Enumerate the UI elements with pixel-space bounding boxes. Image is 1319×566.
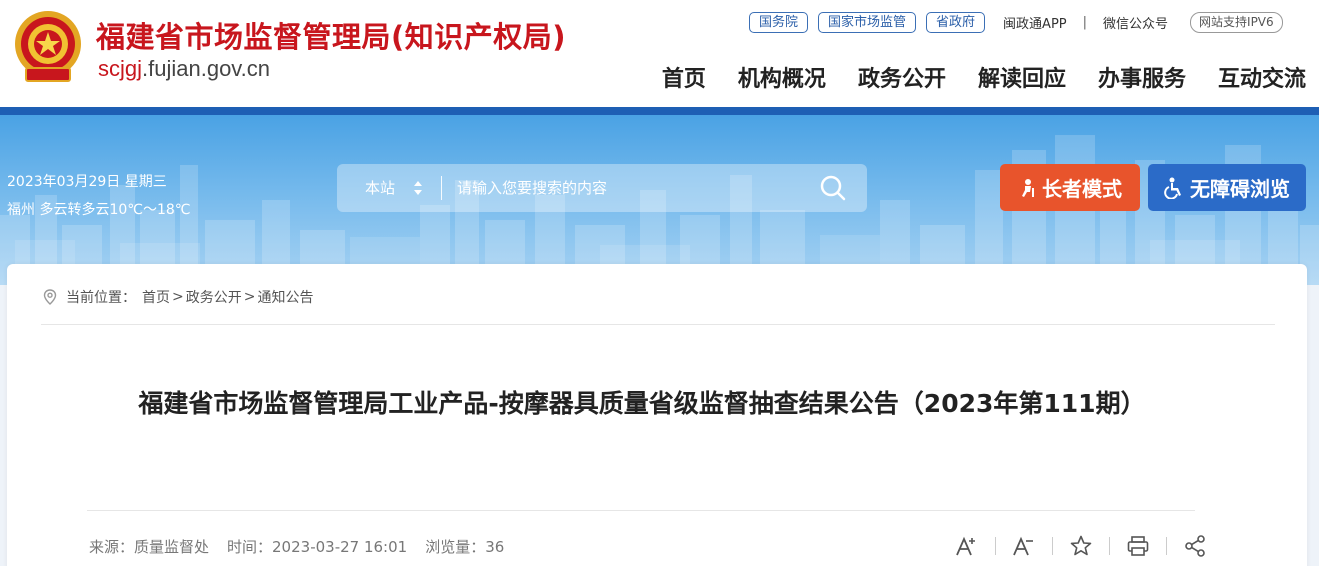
nav-item-services[interactable]: 办事服务 [1098,61,1186,93]
top-links: 国务院 国家市场监管 省政府 闽政通APP | 微信公众号 网站支持IPV6 [749,11,1283,33]
share-icon[interactable] [1183,534,1207,558]
wheelchair-icon [1164,177,1181,199]
nav-item-home[interactable]: 首页 [662,61,706,93]
main-nav: 首页 机构概况 政务公开 解读回应 办事服务 互动交流 [662,61,1306,93]
breadcrumb-prefix: 当前位置： [66,290,136,306]
domain-highlight: scjgj [98,56,143,81]
search-input[interactable] [457,173,797,203]
article-title: 福建省市场监督管理局工业产品-按摩器具质量省级监督抽查结果公告（2023年第11… [138,389,1146,418]
article-tools [955,534,1207,558]
content-card: 当前位置： 首页 > 政务公开 > 通知公告 福建省市场监督管理局工业产品-按摩… [7,264,1307,566]
wechat-link[interactable]: 微信公众号 [1103,13,1168,32]
breadcrumb-home[interactable]: 首页 [142,287,170,307]
tool-divider [1052,537,1053,555]
elder-mode-label: 长者模式 [1042,177,1122,201]
search-scope-select[interactable]: 本站 [365,177,395,198]
breadcrumb: 当前位置： 首页 > 政务公开 > 通知公告 [43,287,313,307]
nav-item-interpretation[interactable]: 解读回应 [978,61,1066,93]
nav-item-interaction[interactable]: 互动交流 [1218,61,1306,93]
samr-link[interactable]: 国家市场监管 [818,11,917,33]
header-divider [0,107,1319,115]
date-weather: 2023年03月29日 星期三 福州 多云转多云10℃～18℃ [7,168,191,224]
site-domain: scjgj.fujian.gov.cn [98,56,270,82]
breadcrumb-divider [41,324,1275,325]
location-pin-icon [43,289,57,305]
updown-arrow-icon[interactable] [413,180,423,196]
provincial-gov-link[interactable]: 省政府 [926,11,986,33]
mzt-app-link[interactable]: 闽政通APP [1003,13,1067,32]
site-title[interactable]: 福建省市场监督管理局(知识产权局) [96,14,566,56]
tool-divider [995,537,996,555]
breadcrumb-gov-affairs[interactable]: 政务公开 [186,287,242,307]
breadcrumb-separator: > [172,289,184,305]
search-icon[interactable] [819,174,847,202]
elder-person-icon [1022,178,1034,197]
search-divider [441,176,442,200]
ipv6-badge: 网站支持IPV6 [1190,11,1283,33]
article-source: 来源：质量监督处 [89,538,210,556]
domain-rest: .fujian.gov.cn [142,56,271,81]
link-separator: | [1082,14,1088,30]
article-time: 时间：2023-03-27 16:01 [227,538,408,556]
print-icon[interactable] [1126,534,1150,558]
favorite-star-icon[interactable] [1069,534,1093,558]
accessibility-button[interactable]: 无障碍浏览 [1148,164,1306,211]
elder-mode-button[interactable]: 长者模式 [1000,164,1140,211]
current-date: 2023年03月29日 星期三 [7,174,167,190]
font-decrease-icon[interactable] [1012,534,1036,558]
breadcrumb-notices[interactable]: 通知公告 [257,287,313,307]
state-council-link[interactable]: 国务院 [749,11,809,33]
tool-divider [1166,537,1167,555]
accessibility-label: 无障碍浏览 [1190,177,1290,201]
nav-item-overview[interactable]: 机构概况 [738,61,826,93]
meta-divider [87,510,1195,511]
banner: 2023年03月29日 星期三 福州 多云转多云10℃～18℃ 本站 长者模式 … [0,115,1319,285]
tool-divider [1109,537,1110,555]
breadcrumb-separator: > [243,289,256,305]
weather-info: 福州 多云转多云10℃～18℃ [7,202,191,218]
search-bar: 本站 [337,164,867,212]
font-increase-icon[interactable] [955,534,979,558]
site-header: 福建省市场监督管理局(知识产权局) scjgj.fujian.gov.cn 国务… [0,0,1319,108]
article-views: 浏览量：36 [425,538,505,556]
article-meta: 来源：质量监督处 时间：2023-03-27 16:01 浏览量：36 [89,536,504,557]
national-emblem-icon[interactable] [12,8,84,86]
nav-item-gov-affairs[interactable]: 政务公开 [858,61,946,93]
